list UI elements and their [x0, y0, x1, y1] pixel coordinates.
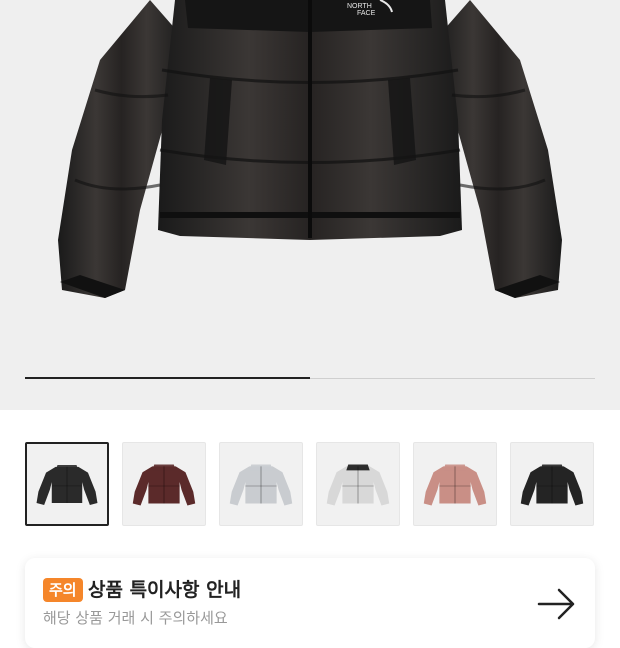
notice-title: 상품 특이사항 안내 — [88, 579, 242, 601]
jacket-thumbnail-icon — [326, 464, 390, 506]
jacket-thumbnail-icon — [229, 464, 293, 506]
thumbnail-black-matte-puffer[interactable] — [510, 442, 594, 526]
color-thumbnail-list — [25, 442, 620, 528]
jacket-thumbnail-icon — [36, 464, 98, 505]
notice-badge: 주의 — [43, 578, 83, 602]
svg-text:FACE: FACE — [357, 10, 376, 17]
thumbnail-black-glossy-puffer[interactable] — [25, 442, 109, 526]
jacket-image: NORTH FACE — [58, 0, 562, 298]
thumbnail-pink-puffer[interactable] — [413, 442, 497, 526]
thumbnail-silver-puffer[interactable] — [219, 442, 303, 526]
notice-description: 해당 상품 거래 시 주의하세요 — [43, 609, 228, 627]
thumbnail-burgundy-puffer[interactable] — [122, 442, 206, 526]
jacket-thumbnail-icon — [520, 464, 584, 506]
jacket-thumbnail-icon — [132, 464, 196, 506]
product-hero-image[interactable]: NORTH FACE — [0, 0, 620, 410]
jacket-thumbnail-icon — [423, 464, 487, 506]
thumbnail-white-black-puffer[interactable] — [316, 442, 400, 526]
arrow-right-icon[interactable] — [537, 586, 577, 622]
svg-text:NORTH: NORTH — [347, 3, 372, 10]
image-slider-progress-fill — [25, 377, 310, 379]
image-slider-progress[interactable] — [25, 377, 595, 379]
notice-card[interactable]: 주의 상품 특이사항 안내 해당 상품 거래 시 주의하세요 — [25, 558, 595, 648]
